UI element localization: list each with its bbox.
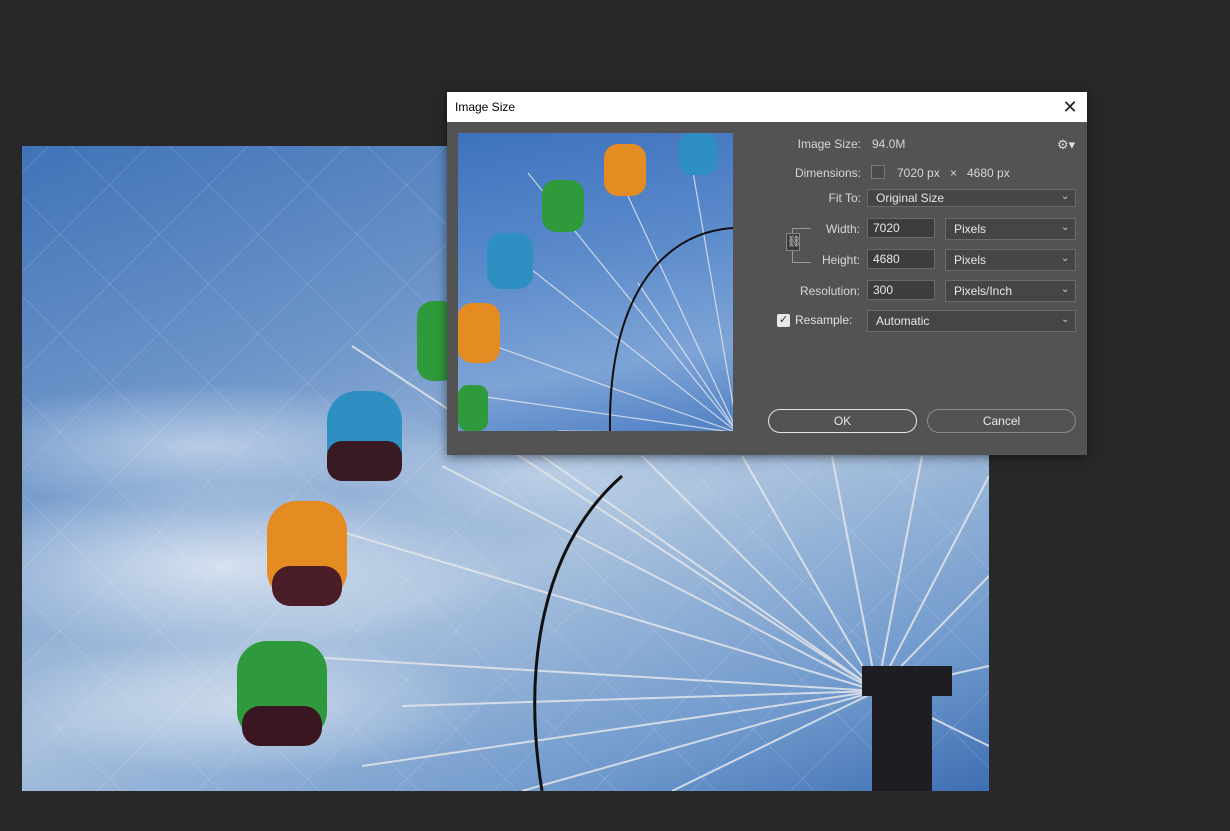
dimensions-width: 7020 px	[897, 166, 940, 180]
height-input-value: 4680	[873, 252, 900, 266]
image-size-label: Image Size:	[797, 137, 861, 151]
resample-checkbox[interactable]: ✓	[777, 314, 790, 327]
dimensions-label: Dimensions:	[794, 166, 861, 180]
height-label: Height:	[821, 253, 860, 267]
width-unit-select[interactable]: Pixels ⌄	[945, 218, 1076, 240]
resolution-input[interactable]: 300	[867, 280, 935, 300]
cancel-button[interactable]: Cancel	[927, 409, 1076, 433]
chevron-down-icon: ⌄	[1061, 314, 1070, 325]
fit-to-label: Fit To:	[828, 191, 861, 205]
chevron-down-icon: ⌄	[1061, 253, 1070, 264]
dimensions-height: 4680 px	[967, 166, 1010, 180]
image-size-dialog: Image Size ✕ Image Size: 94.0M ⚙▾ Dimens…	[447, 92, 1087, 455]
image-preview[interactable]	[458, 133, 733, 431]
chevron-down-icon: ⌄	[1061, 191, 1070, 202]
resample-label: Resample:	[795, 313, 853, 327]
width-input[interactable]: 7020	[867, 218, 935, 238]
width-label: Width:	[825, 222, 860, 236]
height-unit-select[interactable]: Pixels ⌄	[945, 249, 1076, 271]
image-size-value: 94.0M	[872, 137, 906, 151]
preview-ferris-wheel	[458, 133, 733, 431]
width-input-value: 7020	[873, 221, 900, 235]
dialog-titlebar[interactable]: Image Size ✕	[447, 92, 1087, 122]
height-input[interactable]: 4680	[867, 249, 935, 269]
resolution-label: Resolution:	[799, 284, 860, 298]
resolution-input-value: 300	[873, 283, 894, 297]
resample-value: Automatic	[876, 314, 930, 328]
chevron-down-icon: ⌄	[1061, 284, 1070, 295]
close-icon[interactable]: ✕	[1059, 96, 1081, 118]
dimensions-times-icon: ×	[950, 166, 958, 180]
height-unit-value: Pixels	[954, 253, 987, 267]
gear-icon[interactable]: ⚙▾	[1057, 137, 1075, 153]
resolution-unit-value: Pixels/Inch	[954, 284, 1013, 298]
resample-select[interactable]: Automatic ⌄	[867, 310, 1076, 332]
fit-to-select[interactable]: Original Size ⌄	[867, 189, 1076, 207]
width-unit-value: Pixels	[954, 222, 987, 236]
ok-button[interactable]: OK	[768, 409, 917, 433]
chevron-down-icon: ⌄	[1061, 222, 1070, 233]
dimensions-dropdown-toggle[interactable]	[871, 165, 885, 179]
resolution-unit-select[interactable]: Pixels/Inch ⌄	[945, 280, 1076, 302]
fit-to-value: Original Size	[876, 191, 945, 205]
dialog-title: Image Size	[455, 100, 516, 114]
